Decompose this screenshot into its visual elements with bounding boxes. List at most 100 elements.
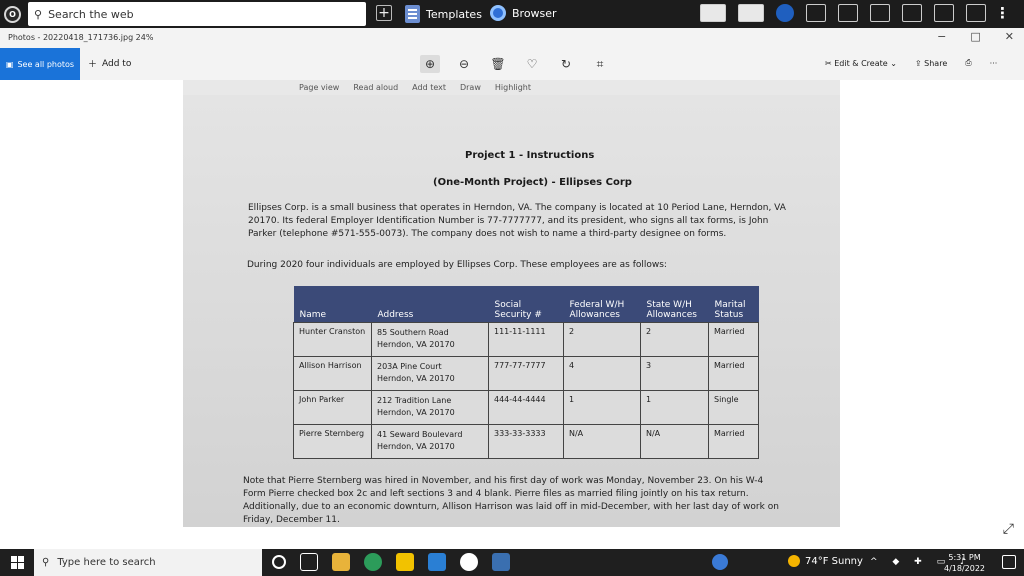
edit-create-button[interactable]: ✂ Edit & Create ⌄ (825, 59, 897, 68)
minimize-icon[interactable]: − (937, 30, 946, 43)
see-all-photos-button[interactable]: ▣ See all photos (0, 48, 80, 80)
browser-button[interactable]: Browser (490, 5, 557, 21)
cell-state-wh: 1 (640, 389, 709, 425)
address-line-2: Herndon, VA 20170 (377, 407, 455, 417)
view-tools: ⊕ ⊖ 🗑 ♡ ↻ ⌗ (420, 55, 610, 73)
table-row: Allison Harrison 203A Pine Court Herndon,… (293, 355, 759, 391)
window-title: Photos - 20220418_171736.jpg 24% (8, 33, 154, 42)
web-search-box[interactable]: ⚲ Search the web (28, 2, 366, 26)
task-view-icon[interactable] (300, 553, 318, 571)
new-tab-button[interactable]: + (376, 5, 392, 21)
cell-marital-status: Single (708, 389, 759, 425)
fullscreen-icon[interactable]: ⤢ (1003, 521, 1014, 537)
folder-icon[interactable] (902, 4, 922, 22)
doc-add-text: Add text (412, 83, 446, 92)
address-line-1: 41 Seward Boulevard (377, 429, 463, 439)
doc-employees-intro: During 2020 four individuals are employe… (247, 260, 667, 270)
cell-ssn: 444-44-4444 (488, 389, 564, 425)
cell-marital-status: Married (708, 321, 759, 357)
photo-icon[interactable] (738, 4, 764, 22)
screen-icon[interactable] (700, 4, 726, 22)
file-explorer-icon[interactable] (332, 553, 350, 571)
edge-icon[interactable] (364, 553, 382, 571)
edit-create-label: Edit & Create (834, 58, 888, 68)
plus-icon: ＋ (88, 60, 98, 70)
address-line-1: 85 Southern Road (377, 327, 449, 337)
windows-taskbar: ⚲ Type here to search 74°F Sunny ^ ◆ ✚ ▭… (0, 549, 1024, 576)
cell-address: 41 Seward Boulevard Herndon, VA 20170 (371, 423, 489, 459)
gallery-icon: ▣ (5, 59, 14, 69)
notification-icon[interactable] (1002, 555, 1016, 569)
templates-label: Templates (426, 7, 482, 21)
weather-widget[interactable]: 74°F Sunny (788, 555, 863, 567)
cell-federal-wh: 2 (563, 321, 641, 357)
hp-icon[interactable] (776, 4, 794, 22)
more-options-icon[interactable]: ··· (990, 59, 998, 68)
header-address: Address (377, 309, 414, 320)
intro-line-1: Ellipses Corp. is a small business that … (248, 203, 786, 213)
title-bar: Photos - 20220418_171736.jpg 24% − □ ✕ (0, 28, 1024, 48)
weather-text: 74°F Sunny (805, 555, 863, 567)
templates-button[interactable]: Templates (405, 5, 482, 23)
browser-label: Browser (512, 6, 557, 20)
header-federal-wh: Federal W/H Allowances (569, 299, 625, 320)
zoom-in-icon[interactable]: ⊕ (420, 55, 440, 73)
print-icon[interactable]: ⎙ (965, 58, 971, 68)
browser-app-icon[interactable] (460, 553, 478, 571)
table-row: Hunter Cranston 85 Southern Road Herndon,… (293, 321, 759, 357)
cortana-icon[interactable] (272, 555, 286, 569)
templates-icon (405, 5, 420, 23)
address-line-2: Herndon, VA 20170 (377, 339, 455, 349)
favorite-icon[interactable]: ♡ (522, 55, 542, 73)
table-header-row: Name Address Social Security # Federal W… (293, 286, 759, 322)
delete-icon[interactable]: 🗑 (488, 55, 508, 73)
photos-app-icon[interactable] (492, 553, 510, 571)
notes-icon[interactable] (934, 4, 954, 22)
clock-time: 5:31 PM (948, 553, 981, 562)
clock-date: 4/18/2022 (944, 564, 986, 573)
restore-icon[interactable]: □ (970, 30, 980, 43)
cell-federal-wh: 1 (563, 389, 641, 425)
doc-intro-paragraph: Ellipses Corp. is a small business that … (248, 202, 786, 241)
cell-address: 212 Tradition Lane Herndon, VA 20170 (371, 389, 489, 425)
cell-ssn: 111-11-1111 (488, 321, 564, 357)
address-line-2: Herndon, VA 20170 (377, 373, 455, 383)
share-button[interactable]: ⇪ Share (915, 59, 947, 68)
toolbar-right: ✂ Edit & Create ⌄ ⇪ Share ⎙ ··· (825, 58, 997, 68)
windows-start-icon[interactable] (11, 556, 24, 569)
table-row: John Parker 212 Tradition Lane Herndon, V… (293, 389, 759, 425)
taskbar-search-box[interactable]: ⚲ Type here to search (34, 549, 262, 576)
top-tray (700, 4, 986, 22)
crop-icon[interactable]: ⌗ (590, 55, 610, 73)
sun-icon (788, 555, 800, 567)
doc-read-aloud: Read aloud (353, 83, 399, 92)
bug-icon[interactable] (806, 4, 826, 22)
mail-icon[interactable] (428, 553, 446, 571)
address-line-1: 203A Pine Court (377, 361, 442, 371)
add-to-button[interactable]: ＋ Add to (88, 57, 131, 71)
intro-line-3: Parker (telephone #571-555-0073). The co… (248, 229, 727, 239)
close-icon[interactable]: ✕ (1005, 30, 1014, 43)
app-logo-icon[interactable]: O (4, 6, 21, 23)
window-controls: − □ ✕ (937, 30, 1014, 43)
cell-name: John Parker (293, 389, 372, 425)
intro-line-2: 20170. Its federal Employer Identificati… (248, 216, 769, 226)
header-state-wh: State W/H Allowances (646, 299, 697, 320)
more-menu-icon[interactable]: ⋮ (995, 4, 1010, 22)
pinned-apps (272, 553, 510, 571)
see-all-photos-label: See all photos (17, 59, 75, 69)
cell-marital-status: Married (708, 355, 759, 391)
photo-viewer[interactable]: Page view Read aloud Add text Draw Highl… (0, 80, 1024, 549)
store-icon[interactable] (396, 553, 414, 571)
cell-ssn: 333-33-3333 (488, 423, 564, 459)
help-icon[interactable] (712, 554, 728, 570)
trash-icon[interactable] (966, 4, 986, 22)
doc-draw: Draw (459, 83, 481, 92)
clock[interactable]: 5:31 PM 4/18/2022 (944, 552, 985, 574)
note-line-3: Additionally, due to an economic downtur… (243, 502, 779, 512)
search-icon: ⚲ (34, 7, 43, 21)
rotate-icon[interactable]: ↻ (556, 55, 576, 73)
checklist-icon[interactable] (838, 4, 858, 22)
microphone-icon[interactable] (870, 4, 890, 22)
zoom-out-icon[interactable]: ⊖ (454, 55, 474, 73)
